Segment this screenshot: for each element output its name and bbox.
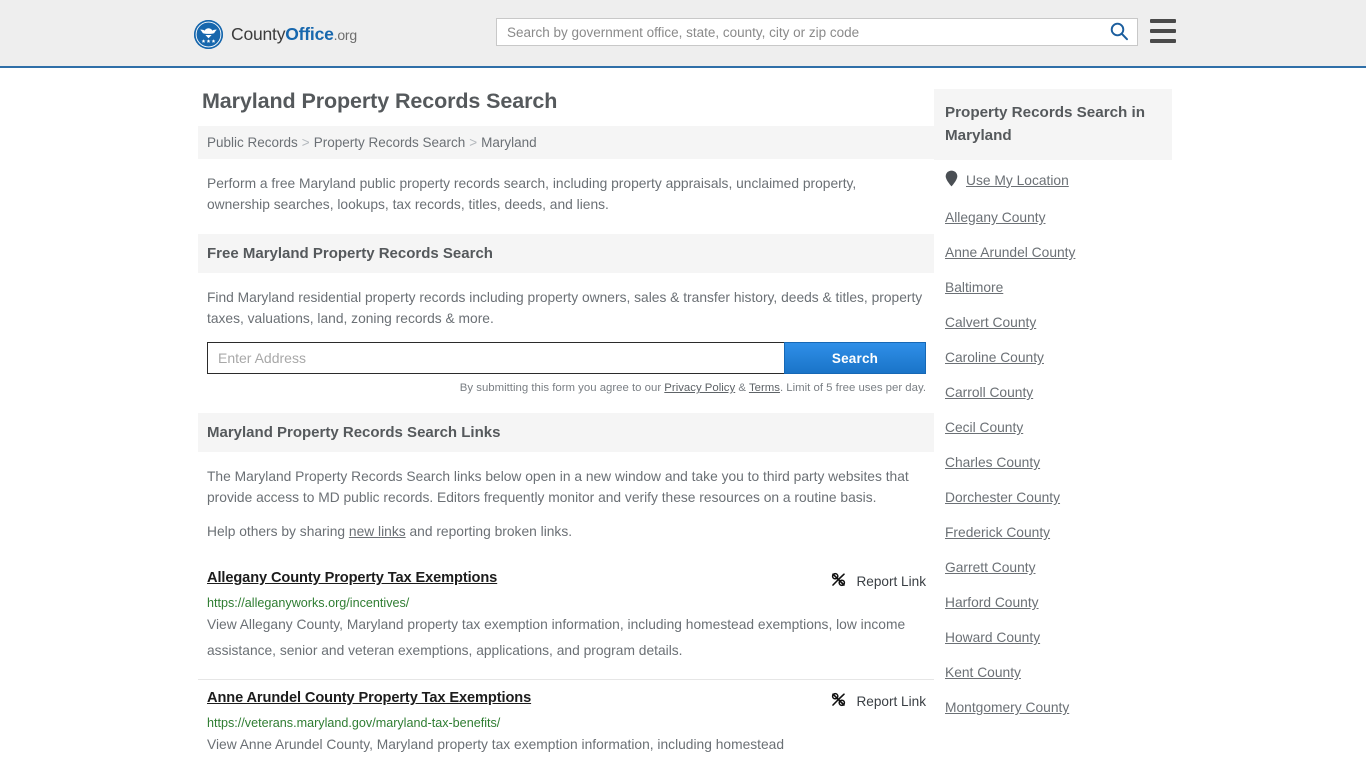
sidebar-item-garrett-county[interactable]: Garrett County: [934, 550, 1172, 585]
hamburger-bar-3: [1150, 39, 1176, 43]
hamburger-menu-icon[interactable]: [1150, 19, 1176, 43]
sidebar-item-frederick-county[interactable]: Frederick County: [934, 515, 1172, 550]
sidebar-item-montgomery-county[interactable]: Montgomery County: [934, 690, 1172, 725]
hamburger-bar-2: [1150, 29, 1176, 33]
sidebar-item-label[interactable]: Carroll County: [945, 385, 1033, 400]
links-section-heading: Maryland Property Records Search Links: [198, 413, 934, 452]
search-results-list: Allegany County Property Tax Exemptions: [198, 560, 934, 768]
help-prefix: Help others by sharing: [207, 524, 349, 539]
new-links-link[interactable]: new links: [349, 524, 406, 539]
sidebar-item-label[interactable]: Cecil County: [945, 420, 1023, 435]
site-header: CountyOffice.org: [0, 0, 1366, 68]
free-search-description: Find Maryland residential property recor…: [207, 290, 923, 326]
breadcrumb-item-property-records-search[interactable]: Property Records Search: [314, 135, 466, 150]
sidebar-item-label[interactable]: Charles County: [945, 455, 1040, 470]
address-search-button[interactable]: Search: [784, 342, 926, 374]
site-logo[interactable]: CountyOffice.org: [194, 20, 357, 49]
result-description: View Anne Arundel County, Maryland prope…: [207, 737, 784, 752]
breadcrumb-item-public-records[interactable]: Public Records: [207, 135, 298, 150]
sidebar-item-label[interactable]: Calvert County: [945, 315, 1036, 330]
result-title-link[interactable]: Anne Arundel County Property Tax Exempti…: [207, 690, 531, 706]
broken-link-icon: [830, 571, 847, 591]
sidebar-item-label[interactable]: Kent County: [945, 665, 1021, 680]
sidebar-heading: Property Records Search in Maryland: [934, 89, 1172, 160]
result-url[interactable]: https://alleganyworks.org/incentives/: [207, 596, 926, 610]
sidebar-item-use-my-location[interactable]: Use My Location: [934, 160, 1172, 200]
result-item: Allegany County Property Tax Exemptions: [198, 560, 934, 680]
breadcrumb-item-maryland[interactable]: Maryland: [481, 135, 537, 150]
result-description: View Allegany County, Maryland property …: [207, 617, 906, 658]
help-suffix: and reporting broken links.: [405, 524, 573, 539]
sidebar-county-list: Use My Location Allegany County Anne Aru…: [934, 160, 1172, 725]
sidebar-item-caroline-county[interactable]: Caroline County: [934, 340, 1172, 375]
sidebar-item-label[interactable]: Harford County: [945, 595, 1039, 610]
hamburger-bar-1: [1150, 19, 1176, 23]
sidebar: Property Records Search in Maryland Use …: [934, 68, 1172, 768]
map-pin-icon: [945, 170, 958, 190]
sidebar-item-baltimore[interactable]: Baltimore: [934, 270, 1172, 305]
sidebar-item-allegany-county[interactable]: Allegany County: [934, 200, 1172, 235]
sidebar-item-howard-county[interactable]: Howard County: [934, 620, 1172, 655]
breadcrumb-separator-2: >: [469, 135, 478, 150]
logo-text-county: County: [231, 24, 286, 44]
logo-text-office: Office: [285, 24, 334, 44]
page-title: Maryland Property Records Search: [202, 89, 558, 113]
sidebar-item-harford-county[interactable]: Harford County: [934, 585, 1172, 620]
search-submit-button[interactable]: [1101, 19, 1137, 45]
sidebar-item-carroll-county[interactable]: Carroll County: [934, 375, 1172, 410]
result-item: Anne Arundel County Property Tax Exempti…: [198, 680, 934, 768]
sidebar-item-charles-county[interactable]: Charles County: [934, 445, 1172, 480]
address-input[interactable]: [207, 342, 784, 374]
sidebar-item-label[interactable]: Montgomery County: [945, 700, 1069, 715]
broken-link-icon: [830, 691, 847, 711]
page-intro-text: Perform a free Maryland public property …: [207, 176, 857, 212]
free-search-heading: Free Maryland Property Records Search: [198, 234, 934, 273]
privacy-policy-link[interactable]: Privacy Policy: [664, 382, 735, 394]
report-link-label: Report Link: [856, 693, 926, 709]
page-body: Maryland Property Records Search Public …: [0, 68, 1366, 768]
form-disclaimer-prefix: By submitting this form you agree to our: [459, 382, 665, 394]
site-logo-text: CountyOffice.org: [231, 24, 357, 45]
sidebar-item-label[interactable]: Use My Location: [966, 173, 1069, 188]
main-content-column: Maryland Property Records Search Public …: [194, 68, 934, 768]
links-section-help-line: Help others by sharing new links and rep…: [207, 521, 926, 542]
global-search-bar[interactable]: [496, 18, 1138, 46]
breadcrumb-separator-1: >: [301, 135, 310, 150]
search-icon: [1109, 21, 1129, 44]
address-search-form: Search: [207, 342, 926, 374]
terms-link[interactable]: Terms: [749, 382, 780, 394]
form-disclaimer-amp: &: [735, 382, 749, 394]
form-disclaimer: By submitting this form you agree to our…: [198, 374, 934, 394]
result-title-link[interactable]: Allegany County Property Tax Exemptions: [207, 570, 497, 586]
sidebar-item-label[interactable]: Allegany County: [945, 210, 1045, 225]
search-input[interactable]: [497, 19, 1101, 45]
form-disclaimer-suffix: . Limit of 5 free uses per day.: [779, 382, 926, 394]
sidebar-item-kent-county[interactable]: Kent County: [934, 655, 1172, 690]
sidebar-item-label[interactable]: Frederick County: [945, 525, 1050, 540]
result-url[interactable]: https://veterans.maryland.gov/maryland-t…: [207, 716, 926, 730]
sidebar-item-dorchester-county[interactable]: Dorchester County: [934, 480, 1172, 515]
sidebar-item-anne-arundel-county[interactable]: Anne Arundel County: [934, 235, 1172, 270]
report-link-label: Report Link: [856, 573, 926, 589]
sidebar-item-calvert-county[interactable]: Calvert County: [934, 305, 1172, 340]
sidebar-item-label[interactable]: Dorchester County: [945, 490, 1060, 505]
sidebar-item-label[interactable]: Caroline County: [945, 350, 1044, 365]
report-link-button[interactable]: Report Link: [830, 570, 926, 591]
links-section-paragraph: The Maryland Property Records Search lin…: [207, 469, 909, 505]
sidebar-item-label[interactable]: Garrett County: [945, 560, 1035, 575]
sidebar-item-label[interactable]: Howard County: [945, 630, 1040, 645]
eagle-seal-icon: [194, 20, 223, 49]
sidebar-item-label[interactable]: Baltimore: [945, 280, 1003, 295]
sidebar-item-label[interactable]: Anne Arundel County: [945, 245, 1075, 260]
breadcrumb: Public Records > Property Records Search > M…: [198, 126, 934, 159]
report-link-button[interactable]: Report Link: [830, 690, 926, 711]
logo-text-org: .org: [333, 27, 358, 43]
sidebar-item-cecil-county[interactable]: Cecil County: [934, 410, 1172, 445]
